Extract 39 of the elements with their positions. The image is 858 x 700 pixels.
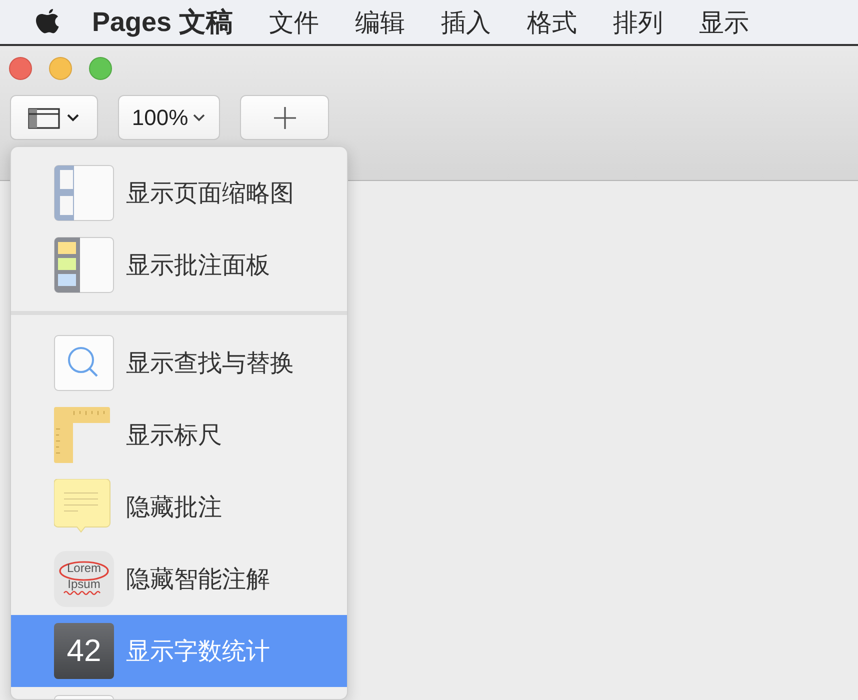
menu-item-label: 隐藏智能注解 — [126, 564, 270, 595]
menu-item[interactable]: Lorem Ipsum 隐藏智能注解 — [11, 543, 347, 615]
app-menu[interactable]: Pages 文稿 — [92, 4, 234, 40]
menu-item[interactable]: 格式 — [527, 6, 578, 38]
apple-logo[interactable] — [36, 9, 59, 34]
menu-item-label: 显示批注面板 — [126, 250, 270, 281]
menu-item-label: 显示标尺 — [126, 420, 222, 451]
menu-item[interactable]: 显示标尺 — [11, 399, 347, 471]
menu-item[interactable]: 显示批注面板 — [11, 229, 347, 301]
page-thumbnails-icon — [54, 165, 114, 221]
zoom-button[interactable] — [89, 57, 112, 80]
menu-item[interactable]: 编辑 — [355, 6, 406, 38]
sticky-note-icon — [54, 479, 110, 532]
chevron-down-icon — [194, 114, 205, 121]
ruler-icon — [54, 407, 110, 463]
zoom-dropdown[interactable]: 100% — [118, 95, 220, 140]
sidebar-icon — [28, 108, 60, 128]
search-icon — [54, 335, 114, 391]
menu-item[interactable]: 显示页面缩略图 — [11, 157, 347, 229]
menu-item-label: 显示字数统计 — [126, 636, 270, 667]
view-button[interactable] — [10, 95, 98, 140]
menu-item[interactable]: 显示 — [699, 6, 750, 38]
menu-item[interactable]: 插入 — [441, 6, 492, 38]
menu-item[interactable]: 隐藏批注 — [11, 471, 347, 543]
word-count-icon: 42 — [54, 623, 114, 679]
close-button[interactable] — [9, 57, 32, 80]
add-button[interactable] — [240, 95, 329, 140]
plus-icon — [272, 106, 296, 130]
comments-panel-icon — [54, 237, 114, 293]
chevron-down-icon — [67, 114, 79, 121]
menu-item-label: 隐藏批注 — [126, 492, 222, 523]
minimize-button[interactable] — [49, 57, 72, 80]
menu-item[interactable]: 显示查找与替换 — [11, 327, 347, 399]
menu-item-label: 显示查找与替换 — [126, 348, 294, 379]
menu-item[interactable]: 42 显示字数统计 — [11, 615, 347, 687]
menu-item[interactable]: 排列 — [613, 6, 664, 38]
menu-item-label: 显示页面缩略图 — [126, 178, 294, 209]
smart-annotation-icon: Lorem Ipsum — [54, 551, 114, 607]
menu-item[interactable]: 文件 — [269, 6, 320, 38]
